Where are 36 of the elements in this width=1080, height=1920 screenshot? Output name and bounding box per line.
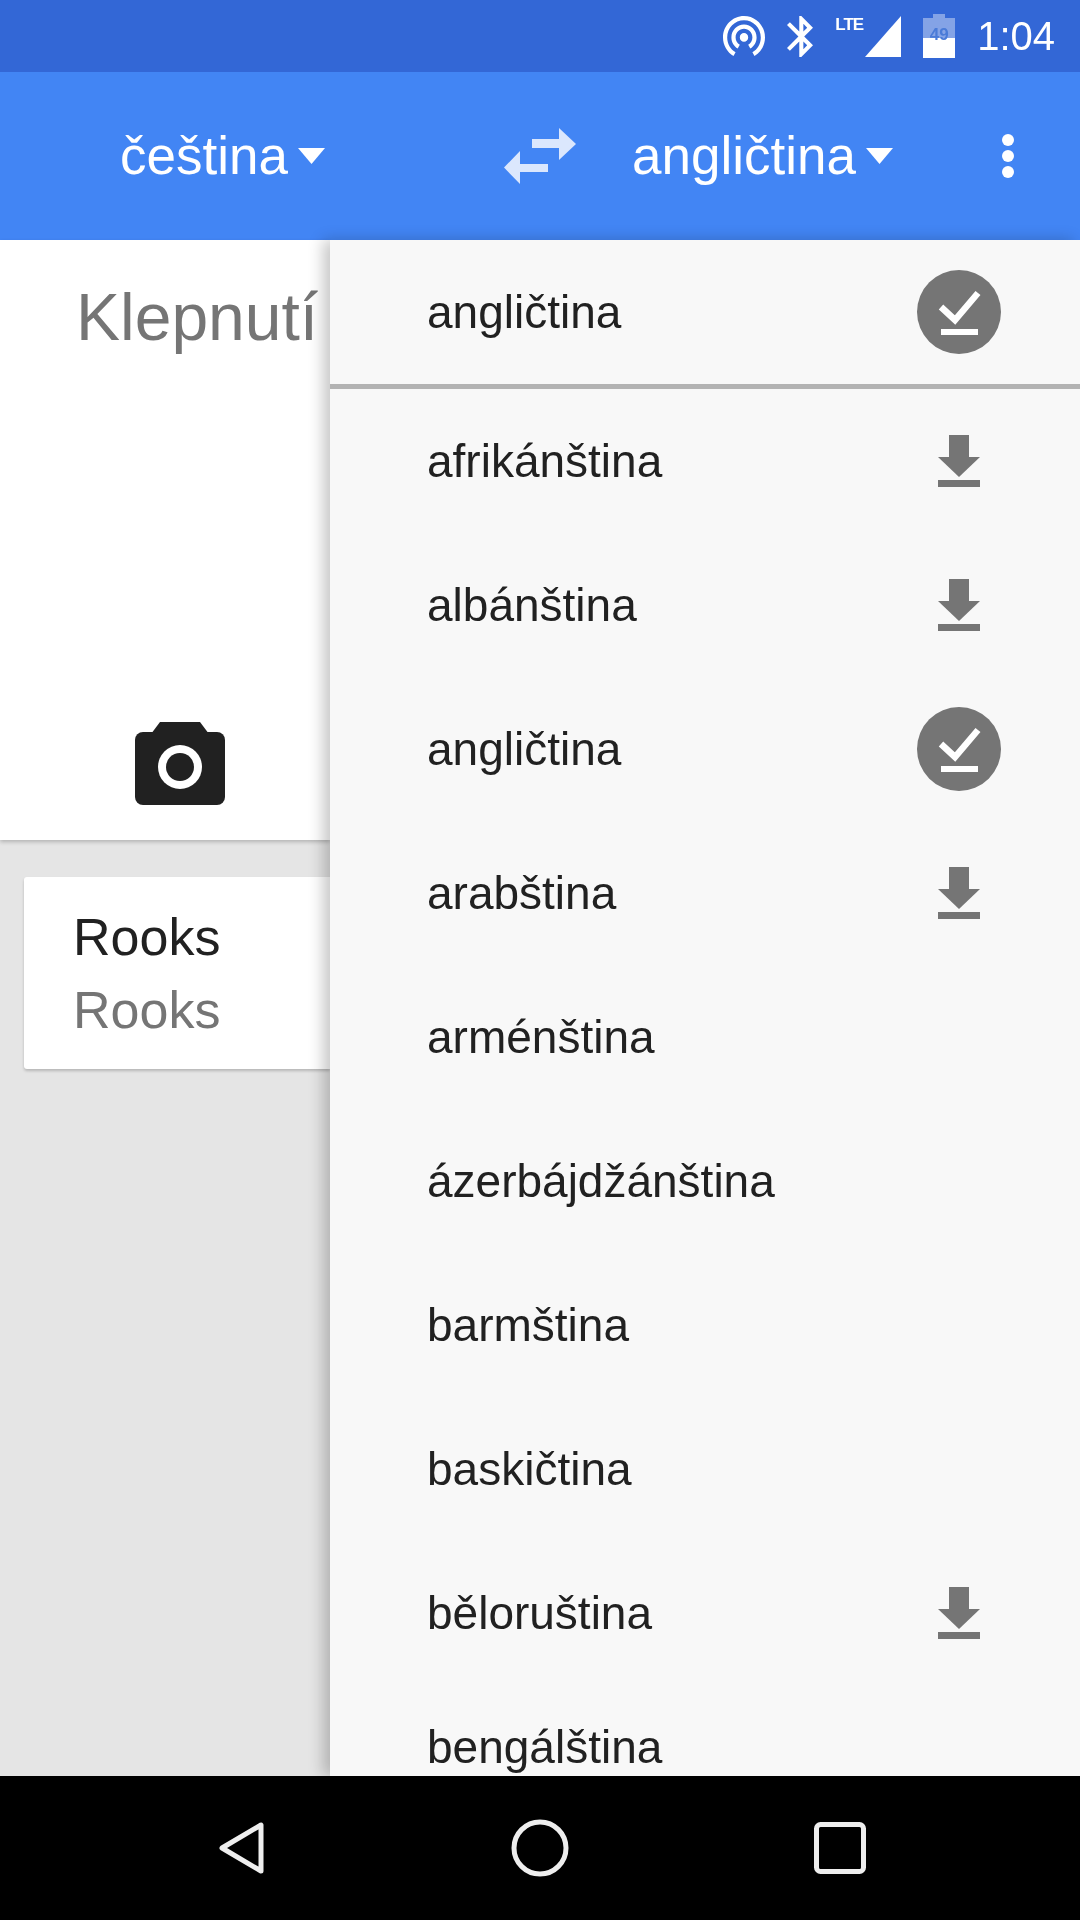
language-option[interactable]: arménština <box>330 965 1080 1109</box>
source-text: Rooks <box>73 906 222 968</box>
signal-icon <box>865 15 902 57</box>
recents-icon[interactable] <box>814 1822 866 1874</box>
language-option[interactable]: angličtina <box>330 677 1080 821</box>
language-option[interactable]: barmština <box>330 1253 1080 1397</box>
download-icon <box>938 867 980 919</box>
network-type-text: LTE <box>835 15 864 34</box>
history-card[interactable]: Rooks Rooks <box>24 877 330 1069</box>
caret-icon <box>297 148 325 164</box>
language-option[interactable]: baskičtina <box>330 1397 1080 1541</box>
language-option[interactable]: arabština <box>330 821 1080 965</box>
target-language-button[interactable]: angličtina <box>632 125 893 187</box>
language-option[interactable]: ázerbájdžánština <box>330 1109 1080 1253</box>
language-option[interactable]: afrikánština <box>330 389 1080 533</box>
download-icon <box>938 579 980 631</box>
translation-text: Rooks <box>73 979 222 1041</box>
language-option[interactable]: bengálština <box>330 1685 1080 1776</box>
caret-icon <box>865 148 893 164</box>
clock-text: 1:04 <box>977 13 1055 59</box>
home-icon[interactable] <box>511 1819 569 1877</box>
language-option[interactable]: albánština <box>330 533 1080 677</box>
bluetooth-icon <box>787 15 814 57</box>
source-language-button[interactable]: čeština <box>120 125 325 187</box>
current-language-option[interactable]: angličtina <box>330 240 1080 384</box>
camera-icon[interactable] <box>135 722 225 805</box>
back-icon[interactable] <box>218 1822 264 1874</box>
more-options-icon[interactable] <box>1002 134 1014 178</box>
check-circle-icon <box>917 707 1001 791</box>
download-icon <box>938 1587 980 1639</box>
language-option[interactable]: běloruština <box>330 1541 1080 1685</box>
input-field[interactable]: Klepnutí <box>76 278 330 356</box>
hotspot-icon <box>723 16 766 56</box>
download-icon <box>938 435 980 487</box>
check-circle-icon <box>917 270 1001 354</box>
swap-icon[interactable] <box>504 128 576 184</box>
